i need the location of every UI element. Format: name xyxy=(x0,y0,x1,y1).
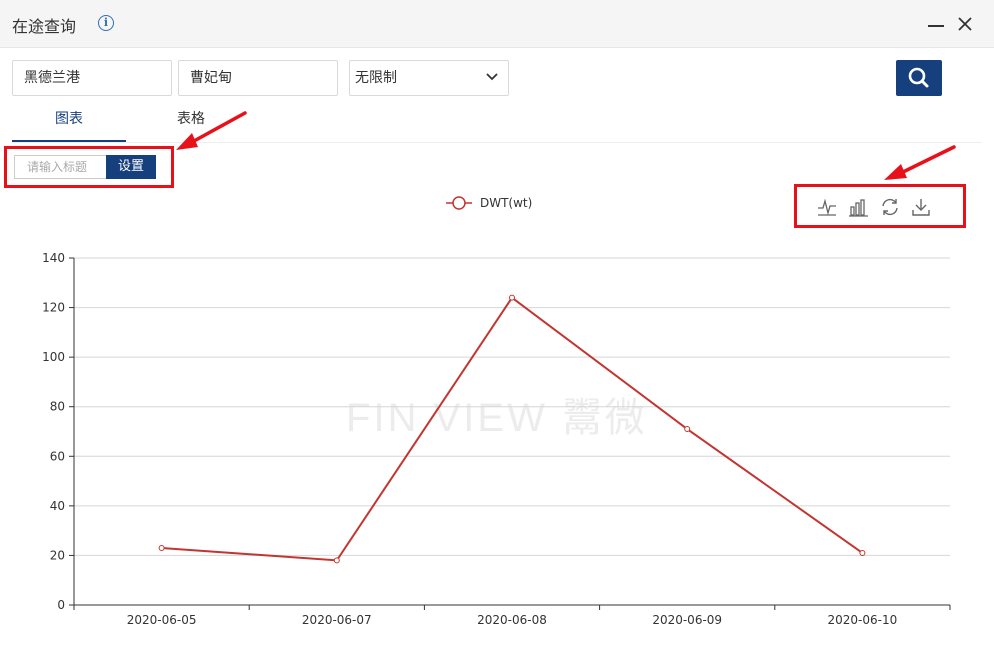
dialog-window: 在途查询 i 黑德兰港 曹妃甸 无限制 图表 表格 请输入标题 设置 FIN V… xyxy=(0,0,994,652)
arrow-line xyxy=(901,145,956,174)
arrow-head xyxy=(884,164,907,180)
annotation-arrows xyxy=(176,111,956,180)
arrow-line xyxy=(192,111,247,143)
arrow-head xyxy=(176,133,198,150)
